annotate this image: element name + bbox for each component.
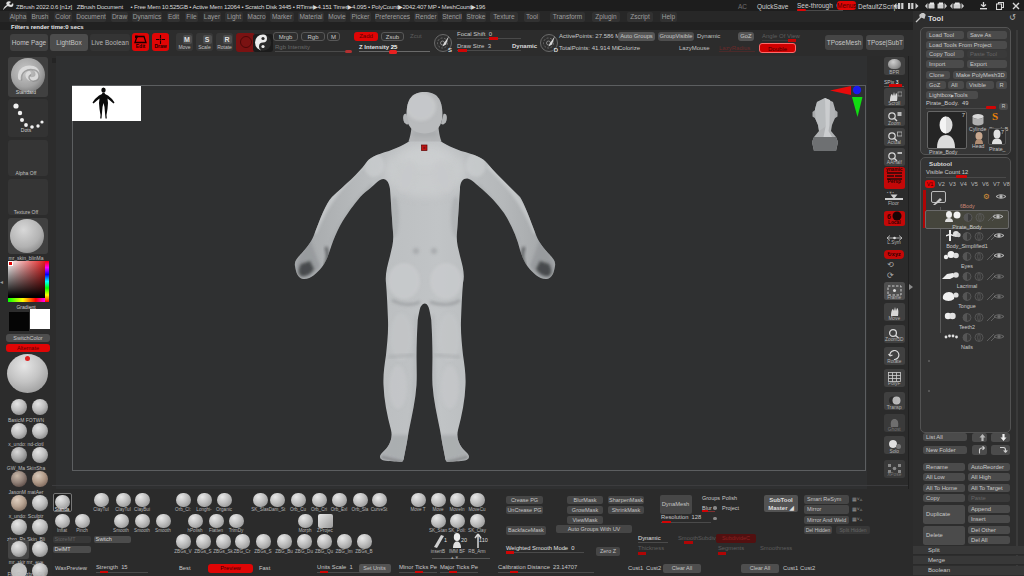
svg-text:6: 6 [887,213,891,220]
